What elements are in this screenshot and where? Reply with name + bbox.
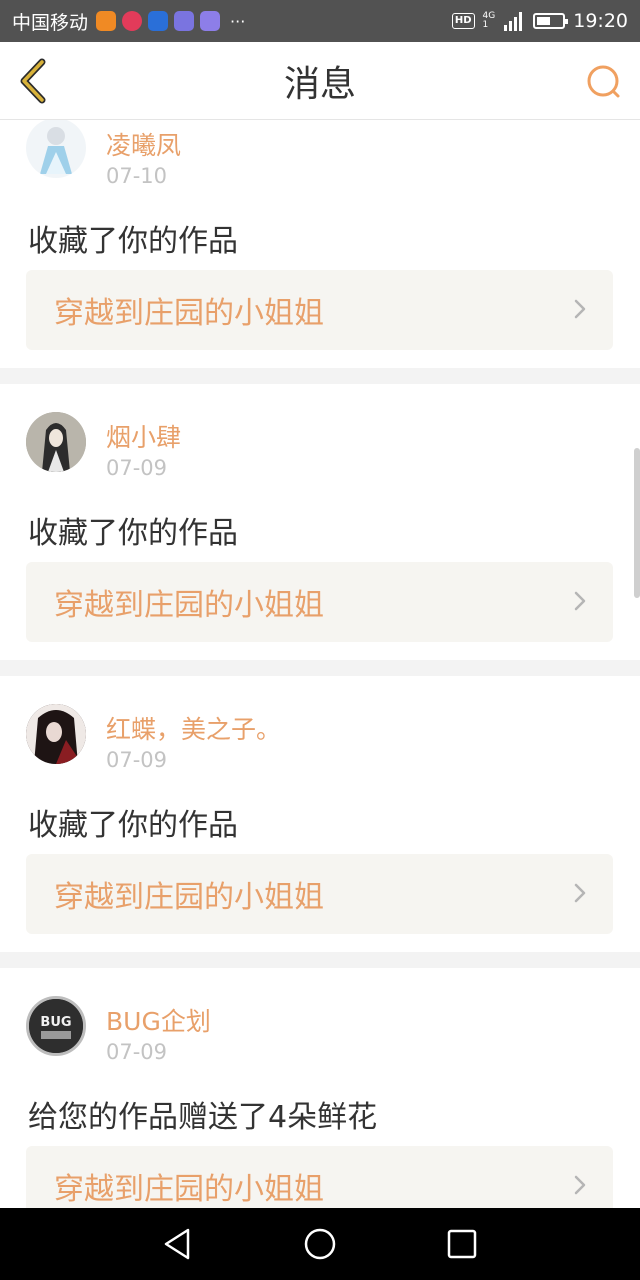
message-action: 收藏了你的作品 [28,224,238,259]
app-notification-icon [200,11,221,31]
message-date: 07-09 [106,748,168,772]
nav-recents-icon[interactable] [442,1224,482,1264]
hd-icon: HD [451,13,475,29]
chevron-right-icon [574,299,586,319]
work-link[interactable]: 穿越到庄园的小姐姐 [26,1146,613,1208]
signal-icon [504,12,523,31]
avatar[interactable] [26,412,86,472]
search-icon[interactable] [584,62,624,102]
app-notification-icon [148,11,169,31]
message-date: 07-09 [106,1040,168,1064]
work-link[interactable]: 穿越到庄园的小姐姐 [26,562,613,642]
work-link[interactable]: 穿越到庄园的小姐姐 [26,270,613,350]
chevron-right-icon [574,1175,586,1195]
message-card: BUG BUG企划 07-09 给您的作品赠送了4朵鲜花 穿越到庄园的小姐姐 [0,968,640,1208]
header: 消息 [0,42,640,120]
work-title: 穿越到庄园的小姐姐 [54,588,324,623]
avatar[interactable] [26,704,86,764]
clock: 19:20 [573,10,628,32]
work-title: 穿越到庄园的小姐姐 [54,296,324,331]
carrier-label: 中国移动 [12,11,89,34]
work-title: 穿越到庄园的小姐姐 [54,880,324,915]
more-notifications-icon: ··· [230,11,246,31]
message-card: 烟小肆 07-09 收藏了你的作品 穿越到庄园的小姐姐 [0,384,640,660]
back-arrow-icon[interactable] [14,56,54,106]
navigation-bar [0,1208,640,1280]
sender-name[interactable]: 凌曦凤 [106,126,181,162]
message-action: 收藏了你的作品 [28,516,238,551]
sender-name[interactable]: 红蝶，美之子。 [106,710,281,746]
scrollbar-thumb[interactable] [634,448,640,598]
sender-name[interactable]: 烟小肆 [106,418,181,454]
avatar[interactable] [26,120,86,178]
app-notification-icon [122,11,143,31]
network-type-icon: 4G 1 [482,11,496,30]
avatar[interactable]: BUG [26,996,86,1056]
message-card: 凌曦凤 07-10 收藏了你的作品 穿越到庄园的小姐姐 [0,120,640,368]
chevron-right-icon [574,591,586,611]
nav-back-icon[interactable] [158,1224,198,1264]
screen: 中国移动 ··· HD 4G 1 19:20 消息 凌曦凤 07-10 收藏了你… [0,0,640,1280]
page-title: 消息 [283,63,356,105]
avatar-logo-text: BUG [40,1015,71,1030]
notification-icons: ··· [96,11,245,31]
work-title: 穿越到庄园的小姐姐 [54,1172,324,1207]
battery-icon [533,13,569,29]
message-date: 07-09 [106,456,168,480]
sender-name[interactable]: BUG企划 [106,1002,211,1038]
message-action: 给您的作品赠送了4朵鲜花 [28,1100,378,1135]
music-app-icon [174,11,195,31]
status-right: HD 4G 1 19:20 [451,10,628,32]
message-action: 收藏了你的作品 [28,808,238,843]
message-date: 07-10 [106,164,168,188]
message-list[interactable]: 凌曦凤 07-10 收藏了你的作品 穿越到庄园的小姐姐 烟小肆 07-09 收藏… [0,120,640,1208]
chevron-right-icon [574,883,586,903]
work-link[interactable]: 穿越到庄园的小姐姐 [26,854,613,934]
nav-home-icon[interactable] [300,1224,340,1264]
status-bar: 中国移动 ··· HD 4G 1 19:20 [0,0,640,42]
message-card: 红蝶，美之子。 07-09 收藏了你的作品 穿越到庄园的小姐姐 [0,676,640,952]
app-notification-icon [96,11,117,31]
